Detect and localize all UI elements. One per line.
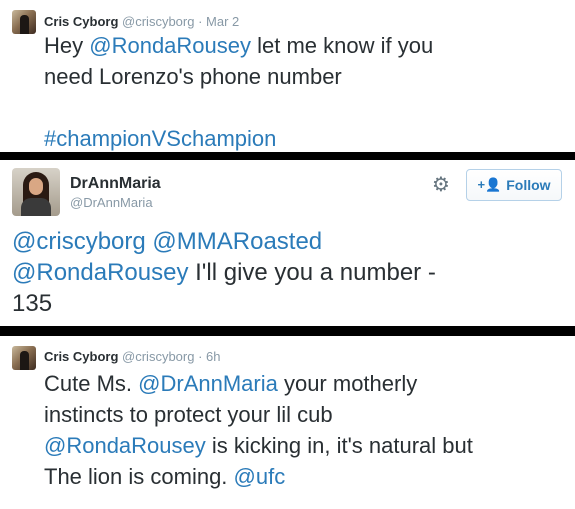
tweet-line: instincts to protect your lil cub	[44, 399, 473, 430]
tweet-text-segment: 135	[12, 290, 53, 317]
tweet-line	[44, 92, 433, 123]
tweet-text-segment: let me know if you	[251, 33, 434, 58]
mention-link[interactable]: @DrAnnMaria	[138, 371, 278, 396]
tweet-line: @RondaRousey is kicking in, it's natural…	[44, 430, 473, 461]
dranmaria-avatar[interactable]	[12, 168, 60, 216]
divider	[0, 152, 575, 160]
tweet-text-segment: instincts to protect your lil cub	[44, 402, 333, 427]
tweet-2: DrAnnMaria @DrAnnMaria ⚙ +👤 Follow @cris…	[0, 160, 575, 326]
criscyborg-avatar[interactable]	[12, 346, 36, 370]
tweet-header: Cris Cyborg @criscyborg · Mar 2	[44, 14, 239, 29]
tweet-line: need Lorenzo's phone number	[44, 61, 433, 92]
mention-link[interactable]: @RondaRousey	[44, 433, 206, 458]
mention-link[interactable]: @ufc	[234, 464, 286, 489]
tweet-text-segment: is kicking in, it's natural but	[205, 433, 473, 458]
follow-button[interactable]: +👤 Follow	[466, 169, 562, 201]
tweet-text: @criscyborg @MMARoasted @RondaRousey I'll…	[12, 226, 436, 319]
mention-link[interactable]: @RondaRousey	[89, 33, 251, 58]
tweet-text: Cute Ms. @DrAnnMaria your motherly instin…	[44, 368, 473, 492]
tweet-line: 135	[12, 288, 436, 319]
criscyborg-avatar[interactable]	[12, 10, 36, 34]
tweet-timestamp[interactable]: · Mar 2	[198, 14, 239, 29]
tweet-text-segment: I'll give you a number -	[188, 259, 436, 286]
tweet-text-segment: Hey	[44, 33, 90, 58]
gear-icon[interactable]: ⚙	[430, 174, 452, 196]
author-handle[interactable]: @criscyborg	[122, 349, 194, 364]
mention-link[interactable]: @MMARoasted	[152, 228, 322, 255]
author-name[interactable]: Cris Cyborg	[44, 349, 118, 364]
tweet-timestamp[interactable]: · 6h	[198, 349, 220, 364]
author-handle[interactable]: @DrAnnMaria	[70, 195, 153, 210]
tweet-text-segment: The lion is coming.	[44, 464, 234, 489]
tweet-line: Hey @RondaRousey let me know if you	[44, 30, 433, 61]
tweet-text-segment: your motherly	[277, 371, 418, 396]
tweet-1: Cris Cyborg @criscyborg · Mar 2 Hey @Ron…	[0, 0, 575, 152]
mention-link[interactable]: @RondaRousey	[12, 259, 188, 286]
author-handle[interactable]: @criscyborg	[122, 14, 194, 29]
tweet-text-segment: need Lorenzo's phone number	[44, 64, 342, 89]
tweet-line: The lion is coming. @ufc	[44, 461, 473, 492]
tweet-text-segment: Cute Ms.	[44, 371, 139, 396]
tweet-3: Cris Cyborg @criscyborg · 6h Cute Ms. @D…	[0, 336, 575, 509]
tweet-line: @criscyborg @MMARoasted	[12, 226, 436, 257]
tweet-line: @RondaRousey I'll give you a number -	[12, 257, 436, 288]
author-name[interactable]: Cris Cyborg	[44, 14, 118, 29]
follow-label: Follow	[506, 177, 551, 193]
divider	[0, 326, 575, 336]
tweet-line: Cute Ms. @DrAnnMaria your motherly	[44, 368, 473, 399]
hashtag-link[interactable]: #championVSchampion	[44, 126, 276, 151]
author-name[interactable]: DrAnnMaria	[70, 175, 161, 193]
tweet-line: #championVSchampion	[44, 123, 433, 154]
tweet-header: Cris Cyborg @criscyborg · 6h	[44, 349, 221, 364]
add-user-icon: +👤	[477, 177, 502, 192]
mention-link[interactable]: @criscyborg	[12, 228, 146, 255]
tweet-text: Hey @RondaRousey let me know if you need …	[44, 30, 433, 154]
